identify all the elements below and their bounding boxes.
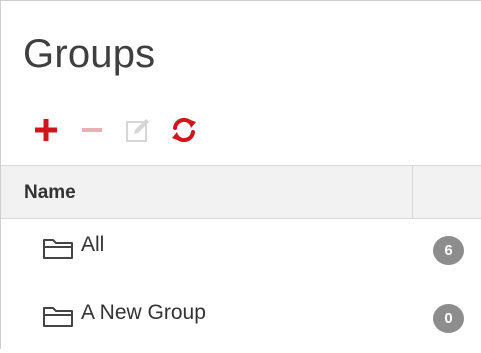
plus-icon xyxy=(35,119,57,141)
remove-group-button[interactable] xyxy=(77,115,107,145)
group-row-all[interactable]: All 6 xyxy=(1,219,481,285)
group-name: A New Group xyxy=(81,301,206,324)
add-group-button[interactable] xyxy=(31,115,61,145)
refresh-icon xyxy=(172,117,196,143)
folder-icon xyxy=(43,307,73,327)
column-header-name-label: Name xyxy=(24,182,76,203)
column-header-name[interactable]: Name xyxy=(1,166,413,218)
edit-group-button[interactable] xyxy=(123,115,153,145)
column-header-count[interactable] xyxy=(413,166,481,218)
refresh-button[interactable] xyxy=(169,115,199,145)
member-count-badge: 0 xyxy=(433,304,464,333)
group-name: All xyxy=(81,233,105,256)
folder-icon xyxy=(43,239,73,259)
table-header: Name xyxy=(1,165,481,219)
page-title: Groups xyxy=(23,32,156,76)
groups-toolbar xyxy=(31,115,215,145)
minus-icon xyxy=(82,128,102,132)
groups-panel: Groups Name All 6 A New Group 0 xyxy=(0,0,481,349)
group-row-a-new-group[interactable]: A New Group 0 xyxy=(1,287,481,353)
member-count-badge: 6 xyxy=(433,236,464,265)
edit-icon xyxy=(126,119,149,142)
